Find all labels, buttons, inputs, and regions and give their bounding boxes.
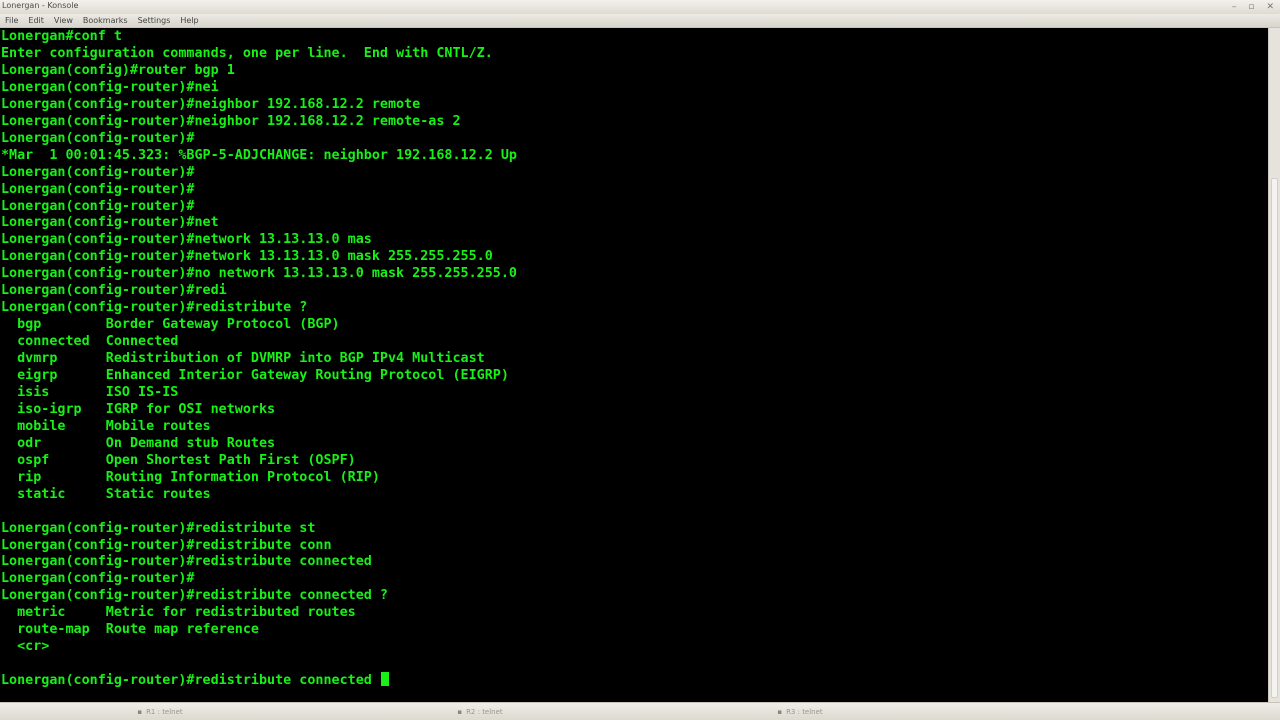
session-tab-r1[interactable]: ▪ R1 : telnet	[0, 705, 320, 719]
close-icon[interactable]: ✕	[1266, 0, 1274, 14]
terminal-line: Lonergan(config-router)#redistribute ?	[1, 300, 308, 316]
tab-label: R2 : telnet	[466, 708, 503, 716]
terminal-line: Lonergan(config-router)#	[1, 181, 195, 197]
terminal-line: <cr>	[1, 639, 50, 655]
tab-label: R1 : telnet	[146, 708, 183, 716]
terminal-line: eigrp Enhanced Interior Gateway Routing …	[1, 368, 509, 383]
terminal-line: Lonergan(config-router)#redistribute con…	[1, 588, 388, 604]
terminal-line: Lonergan(config-router)#redistribute con…	[1, 537, 332, 553]
terminal-line: Lonergan(config-router)#redistribute con…	[1, 672, 389, 689]
text-cursor	[380, 672, 389, 687]
menu-settings[interactable]: Settings	[138, 16, 171, 25]
terminal-line: metric Metric for redistributed routes	[1, 605, 356, 621]
scrollbar-thumb[interactable]	[1271, 178, 1278, 698]
terminal-window: Lonergan - Konsole – ▫ ✕ File Edit View …	[0, 0, 1280, 720]
window-controls: – ▫ ✕	[1232, 0, 1274, 14]
terminal-line: Lonergan(config)#router bgp 1	[1, 62, 235, 78]
terminal-line: route-map Route map reference	[1, 622, 259, 638]
terminal-line: Lonergan(config-router)#nei	[1, 79, 219, 95]
menu-bar: File Edit View Bookmarks Settings Help	[0, 14, 1280, 28]
terminal-line: iso-igrp IGRP for OSI networks	[1, 401, 276, 417]
terminal-line: dvmrp Redistribution of DVMRP into BGP I…	[1, 351, 485, 367]
terminal-icon: ▪	[137, 708, 143, 716]
terminal-line: bgp Border Gateway Protocol (BGP)	[1, 317, 340, 333]
terminal-line: *Mar 1 00:01:45.323: %BGP-5-ADJCHANGE: n…	[1, 147, 517, 163]
terminal-line: Lonergan(config-router)#no network 13.13…	[1, 266, 517, 282]
terminal-line: Lonergan(config-router)#	[1, 130, 195, 146]
tab-label: R3 : telnet	[786, 708, 823, 716]
session-tab-bar: ▪ R1 : telnet ▪ R2 : telnet ▪ R3 : telnet	[0, 702, 1280, 720]
terminal-line: ospf Open Shortest Path First (OSPF)	[1, 452, 356, 468]
terminal-line: Lonergan(config-router)#redistribute con…	[1, 554, 372, 570]
terminal-line: Enter configuration commands, one per li…	[1, 45, 493, 61]
terminal-line: Lonergan#conf t	[1, 29, 122, 44]
menu-help[interactable]: Help	[180, 16, 198, 25]
maximize-icon[interactable]: ▫	[1248, 0, 1254, 14]
terminal-line: Lonergan(config-router)#net	[1, 215, 219, 231]
terminal-icon: ▪	[777, 708, 783, 716]
terminal-line: Lonergan(config-router)#	[1, 571, 195, 587]
terminal-line: static Static routes	[1, 486, 211, 502]
terminal-line: rip Routing Information Protocol (RIP)	[1, 469, 380, 485]
terminal-line: Lonergan(config-router)#redistribute st	[1, 520, 316, 536]
menu-bookmarks[interactable]: Bookmarks	[83, 16, 128, 25]
window-title: Lonergan - Konsole	[2, 1, 79, 10]
terminal-output[interactable]: Lonergan#conf t Enter configuration comma…	[0, 28, 1268, 702]
terminal-line: Lonergan(config-router)#network 13.13.13…	[1, 232, 372, 248]
session-tab-r3[interactable]: ▪ R3 : telnet	[640, 705, 960, 719]
minimize-icon[interactable]: –	[1232, 0, 1237, 14]
terminal-line: isis ISO IS-IS	[1, 384, 179, 400]
terminal-line: odr On Demand stub Routes	[1, 435, 276, 451]
terminal-line: Lonergan(config-router)#neighbor 192.168…	[1, 113, 461, 129]
terminal-line: mobile Mobile routes	[1, 418, 211, 434]
menu-file[interactable]: File	[5, 16, 18, 25]
terminal-icon: ▪	[457, 708, 463, 716]
terminal-line: Lonergan(config-router)#neighbor 192.168…	[1, 96, 421, 112]
session-tab-r2[interactable]: ▪ R2 : telnet	[320, 705, 640, 719]
terminal-line: Lonergan(config-router)#network 13.13.13…	[1, 249, 493, 265]
title-bar[interactable]: Lonergan - Konsole – ▫ ✕	[0, 0, 1280, 14]
terminal-line: connected Connected	[1, 334, 179, 350]
terminal-line: Lonergan(config-router)#redi	[1, 283, 227, 299]
terminal-line: Lonergan(config-router)#	[1, 198, 195, 214]
menu-edit[interactable]: Edit	[28, 16, 44, 25]
menu-view[interactable]: View	[54, 16, 73, 25]
terminal-line: Lonergan(config-router)#	[1, 164, 195, 180]
terminal-scrollbar[interactable]	[1268, 28, 1280, 702]
